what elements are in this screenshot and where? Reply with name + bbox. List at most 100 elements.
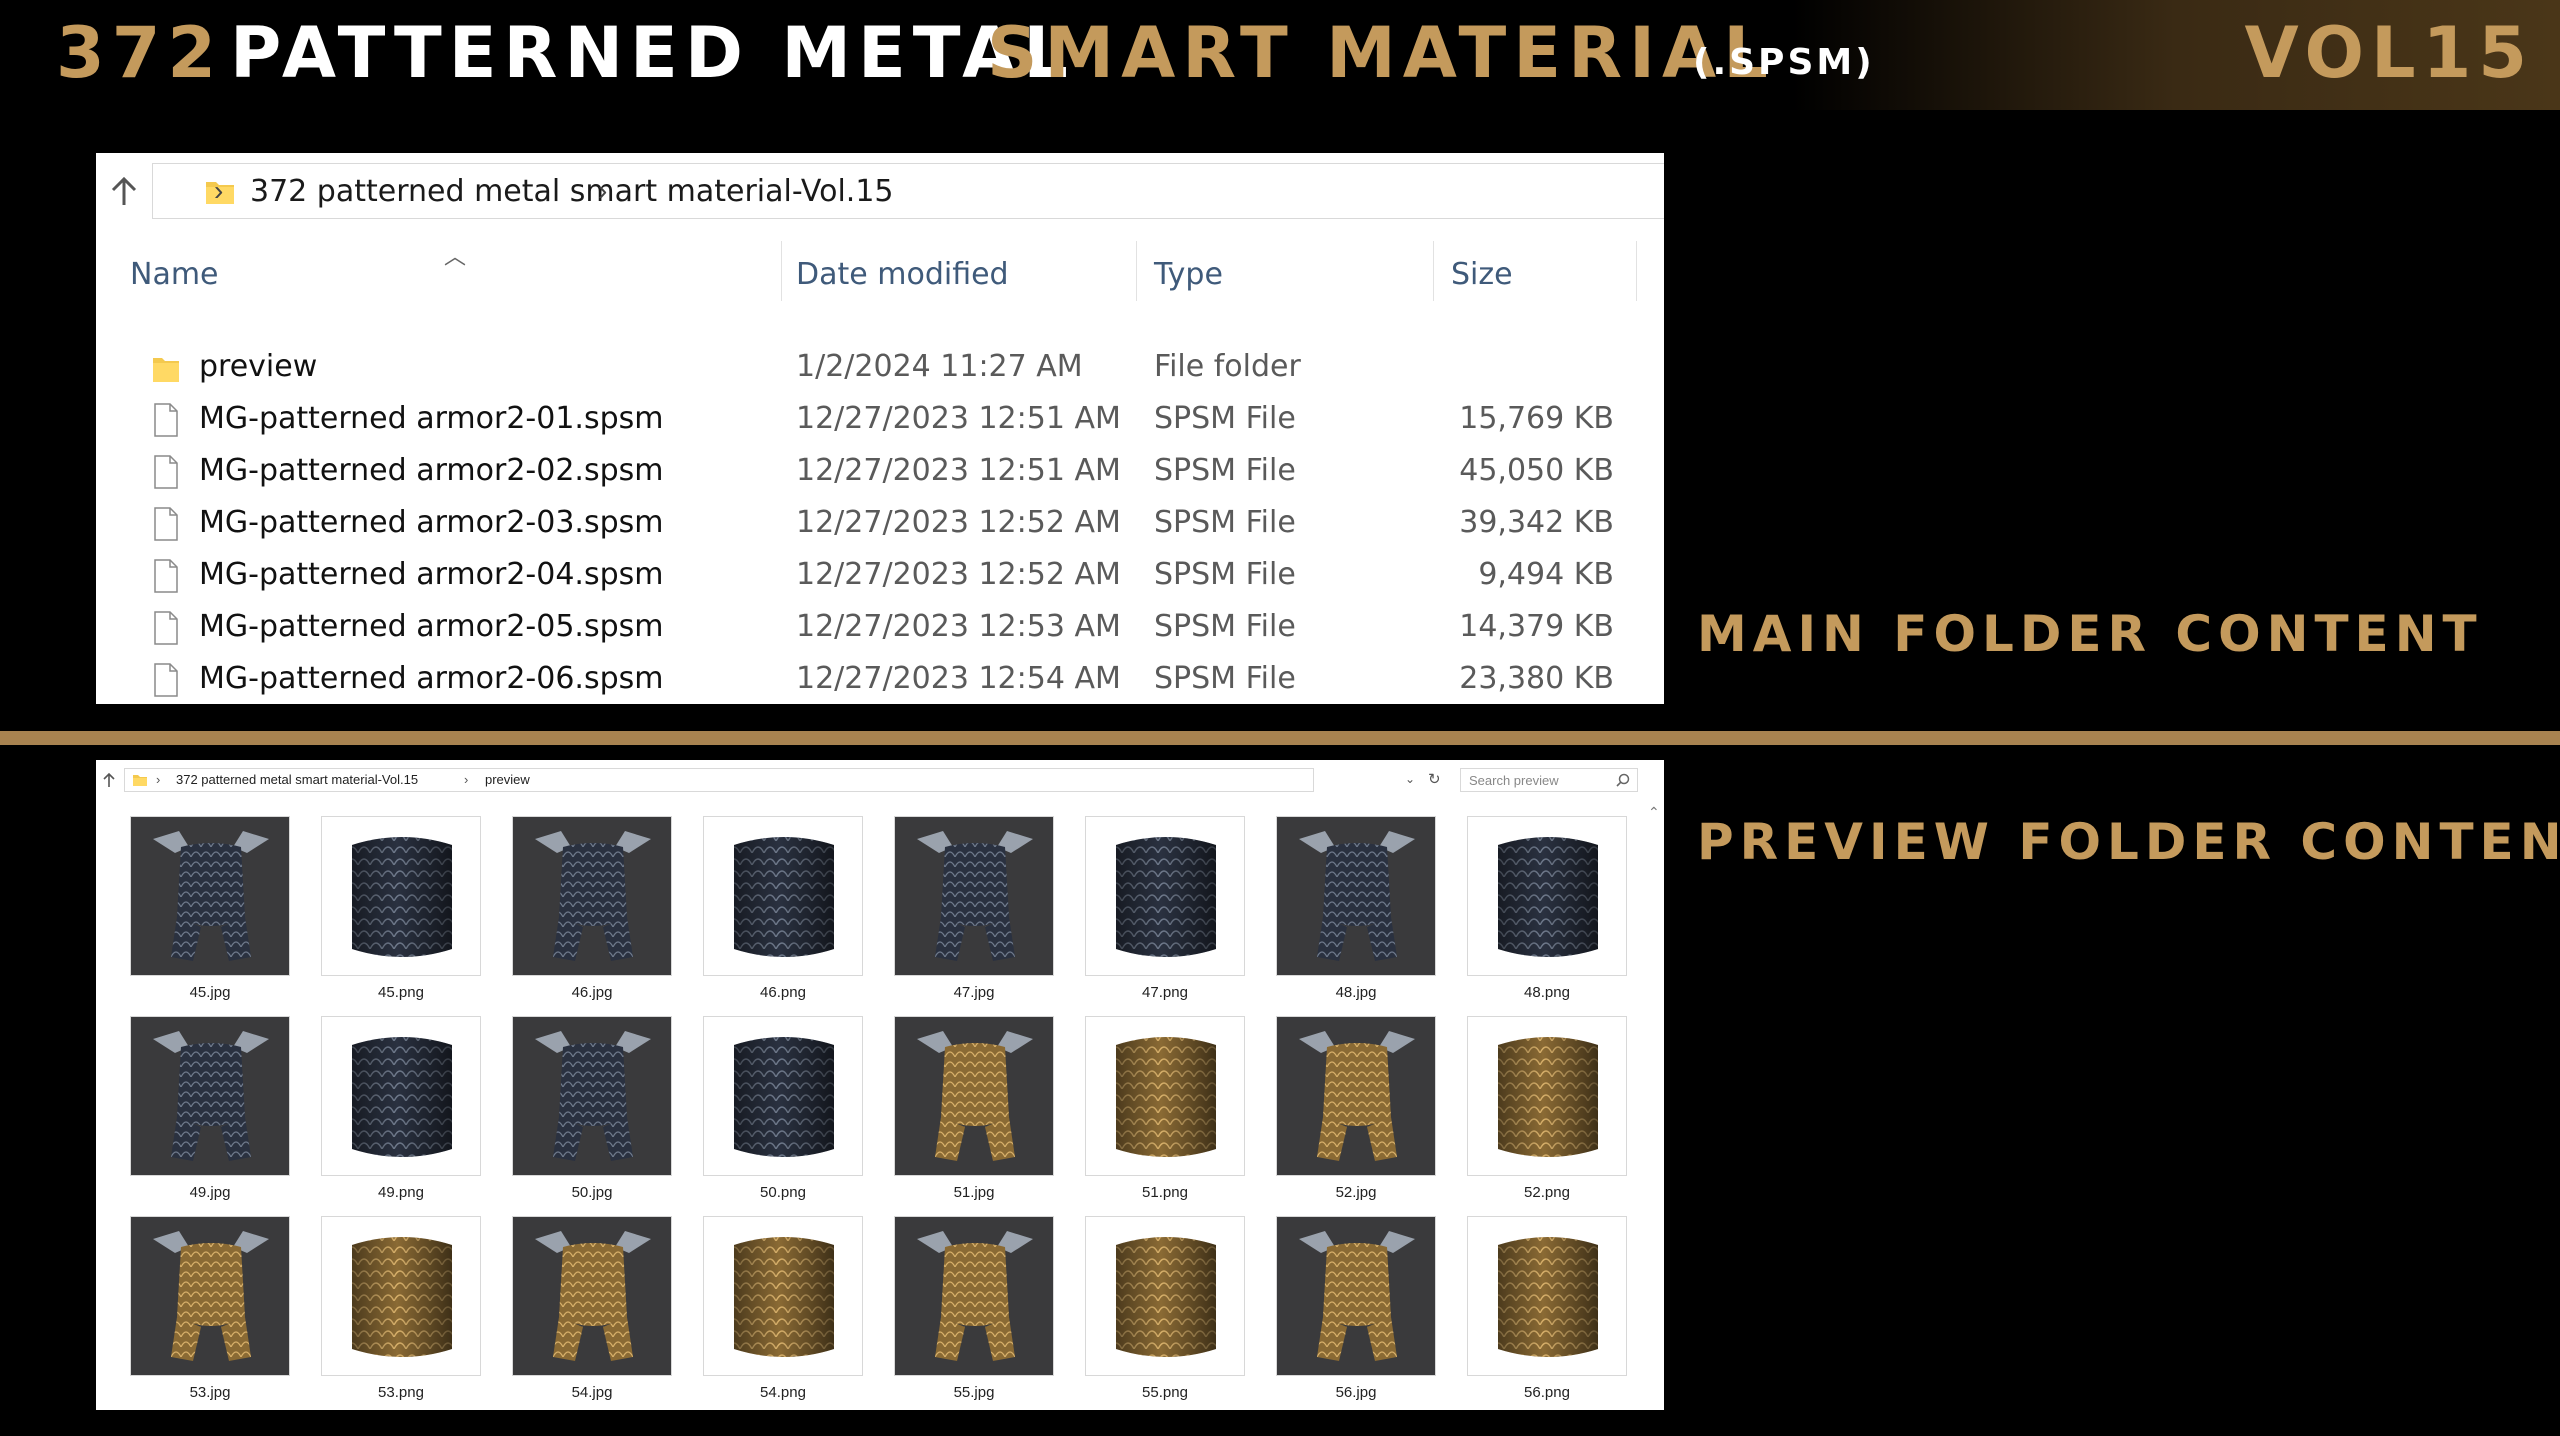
thumbnail-item[interactable]: 56.png	[1467, 1216, 1627, 1406]
thumbnail-item[interactable]: 50.jpg	[512, 1016, 672, 1206]
file-row[interactable]: MG-patterned armor2-05.spsm 12/27/2023 12…	[96, 601, 1664, 653]
thumbnail-item[interactable]: 53.png	[321, 1216, 481, 1406]
file-date: 12/27/2023 12:52 AM	[796, 505, 1121, 540]
chevron-right-icon[interactable]: ›	[598, 175, 607, 207]
thumbnail-item[interactable]: 54.png	[703, 1216, 863, 1406]
thumbnail-image[interactable]	[894, 1216, 1054, 1376]
up-arrow-icon[interactable]	[100, 771, 118, 789]
file-row[interactable]: preview 1/2/2024 11:27 AM File folder	[96, 341, 1664, 393]
cylinder-preview-image	[1468, 1017, 1626, 1175]
column-name[interactable]: Name	[130, 257, 219, 293]
thumbnail-item[interactable]: 52.png	[1467, 1016, 1627, 1206]
thumbnail-image[interactable]	[321, 1016, 481, 1176]
thumbnail-item[interactable]: 55.png	[1085, 1216, 1245, 1406]
thumbnail-image[interactable]	[1467, 1216, 1627, 1376]
thumbnail-item[interactable]: 53.jpg	[130, 1216, 290, 1406]
thumbnail-image[interactable]	[1276, 1016, 1436, 1176]
breadcrumb-current[interactable]: preview	[485, 772, 530, 788]
cylinder-preview-image	[704, 817, 862, 975]
thumbnail-image[interactable]	[130, 1016, 290, 1176]
folder-icon	[133, 775, 147, 786]
thumbnail-label: 54.png	[760, 1384, 806, 1401]
file-row[interactable]: MG-patterned armor2-02.spsm 12/27/2023 12…	[96, 445, 1664, 497]
thumbnail-item[interactable]: 46.jpg	[512, 816, 672, 1006]
thumbnail-label: 46.jpg	[571, 984, 613, 1001]
thumbnail-label: 52.png	[1524, 1184, 1570, 1201]
thumbnail-item[interactable]: 45.png	[321, 816, 481, 1006]
file-name: MG-patterned armor2-04.spsm	[199, 557, 664, 592]
chevron-right-icon[interactable]: ›	[464, 772, 468, 788]
column-divider[interactable]	[781, 241, 782, 301]
thumbnail-image[interactable]	[894, 1016, 1054, 1176]
column-divider[interactable]	[1136, 241, 1137, 301]
thumbnail-image[interactable]	[894, 816, 1054, 976]
thumbnail-image[interactable]	[1467, 816, 1627, 976]
thumbnail-item[interactable]: 48.jpg	[1276, 816, 1436, 1006]
thumbnail-image[interactable]	[321, 816, 481, 976]
file-size: 39,342 KB	[1459, 505, 1614, 540]
column-type[interactable]: Type	[1154, 257, 1223, 293]
thumbnail-image[interactable]	[512, 1016, 672, 1176]
thumbnail-item[interactable]: 50.png	[703, 1016, 863, 1206]
armor-preview-image	[1277, 1017, 1435, 1175]
thumbnail-item[interactable]: 52.jpg	[1276, 1016, 1436, 1206]
cylinder-preview-image	[1086, 1217, 1244, 1375]
thumbnail-item[interactable]: 51.png	[1085, 1016, 1245, 1206]
thumbnail-image[interactable]	[512, 1216, 672, 1376]
scroll-up-arrow[interactable]: ⌃	[1648, 804, 1660, 821]
thumbnail-image[interactable]	[703, 816, 863, 976]
thumbnail-image[interactable]	[1467, 1016, 1627, 1176]
thumbnail-image[interactable]	[130, 816, 290, 976]
column-divider[interactable]	[1433, 241, 1434, 301]
thumbnail-image[interactable]	[703, 1016, 863, 1176]
thumbnail-item[interactable]: 55.jpg	[894, 1216, 1054, 1406]
title-primary: PATTERNED METAL	[230, 12, 1075, 94]
file-name: MG-patterned armor2-02.spsm	[199, 453, 664, 488]
column-divider[interactable]	[1636, 241, 1637, 301]
file-icon	[154, 663, 178, 697]
thumbnail-item[interactable]: 46.png	[703, 816, 863, 1006]
thumbnail-image[interactable]	[512, 816, 672, 976]
search-placeholder: Search preview	[1469, 773, 1559, 788]
thumbnail-image[interactable]	[1085, 1016, 1245, 1176]
thumbnail-item[interactable]: 51.jpg	[894, 1016, 1054, 1206]
chevron-right-icon[interactable]: ›	[156, 772, 160, 788]
refresh-icon[interactable]: ↻	[1428, 770, 1441, 788]
thumbnail-item[interactable]: 56.jpg	[1276, 1216, 1436, 1406]
column-date-modified[interactable]: Date modified	[796, 257, 1009, 293]
thumbnail-label: 55.jpg	[953, 1384, 995, 1401]
search-icon[interactable]	[1615, 772, 1631, 788]
thumbnail-label: 48.jpg	[1335, 984, 1377, 1001]
thumbnail-image[interactable]	[1085, 1216, 1245, 1376]
chevron-down-icon[interactable]: ⌄	[1405, 772, 1415, 786]
thumbnail-image[interactable]	[703, 1216, 863, 1376]
thumbnail-item[interactable]: 47.png	[1085, 816, 1245, 1006]
thumbnail-item[interactable]: 47.jpg	[894, 816, 1054, 1006]
thumbnail-item[interactable]: 49.png	[321, 1016, 481, 1206]
thumbnail-image[interactable]	[1085, 816, 1245, 976]
file-row[interactable]: MG-patterned armor2-03.spsm 12/27/2023 12…	[96, 497, 1664, 549]
file-row[interactable]: MG-patterned armor2-04.spsm 12/27/2023 12…	[96, 549, 1664, 601]
thumbnail-label: 46.png	[760, 984, 806, 1001]
thumbnail-image[interactable]	[130, 1216, 290, 1376]
thumbnail-image[interactable]	[1276, 816, 1436, 976]
thumbnail-item[interactable]: 54.jpg	[512, 1216, 672, 1406]
thumbnail-image[interactable]	[1276, 1216, 1436, 1376]
breadcrumb-root[interactable]: 372 patterned metal smart material-Vol.1…	[176, 772, 418, 788]
file-row[interactable]: MG-patterned armor2-01.spsm 12/27/2023 12…	[96, 393, 1664, 445]
up-arrow-icon[interactable]	[104, 171, 144, 211]
file-type: SPSM File	[1154, 661, 1296, 696]
chevron-right-icon[interactable]: ›	[214, 175, 223, 207]
armor-preview-image	[513, 1017, 671, 1175]
armor-preview-image	[1277, 817, 1435, 975]
column-size[interactable]: Size	[1451, 257, 1513, 293]
thumbnail-item[interactable]: 48.png	[1467, 816, 1627, 1006]
file-row[interactable]: MG-patterned armor2-06.spsm 12/27/2023 12…	[96, 653, 1664, 705]
thumbnail-image[interactable]	[321, 1216, 481, 1376]
search-input[interactable]: Search preview	[1460, 768, 1638, 792]
cylinder-preview-image	[1086, 817, 1244, 975]
breadcrumb[interactable]: 372 patterned metal smart material-Vol.1…	[250, 175, 894, 209]
cylinder-preview-image	[1086, 1017, 1244, 1175]
thumbnail-item[interactable]: 45.jpg	[130, 816, 290, 1006]
thumbnail-item[interactable]: 49.jpg	[130, 1016, 290, 1206]
